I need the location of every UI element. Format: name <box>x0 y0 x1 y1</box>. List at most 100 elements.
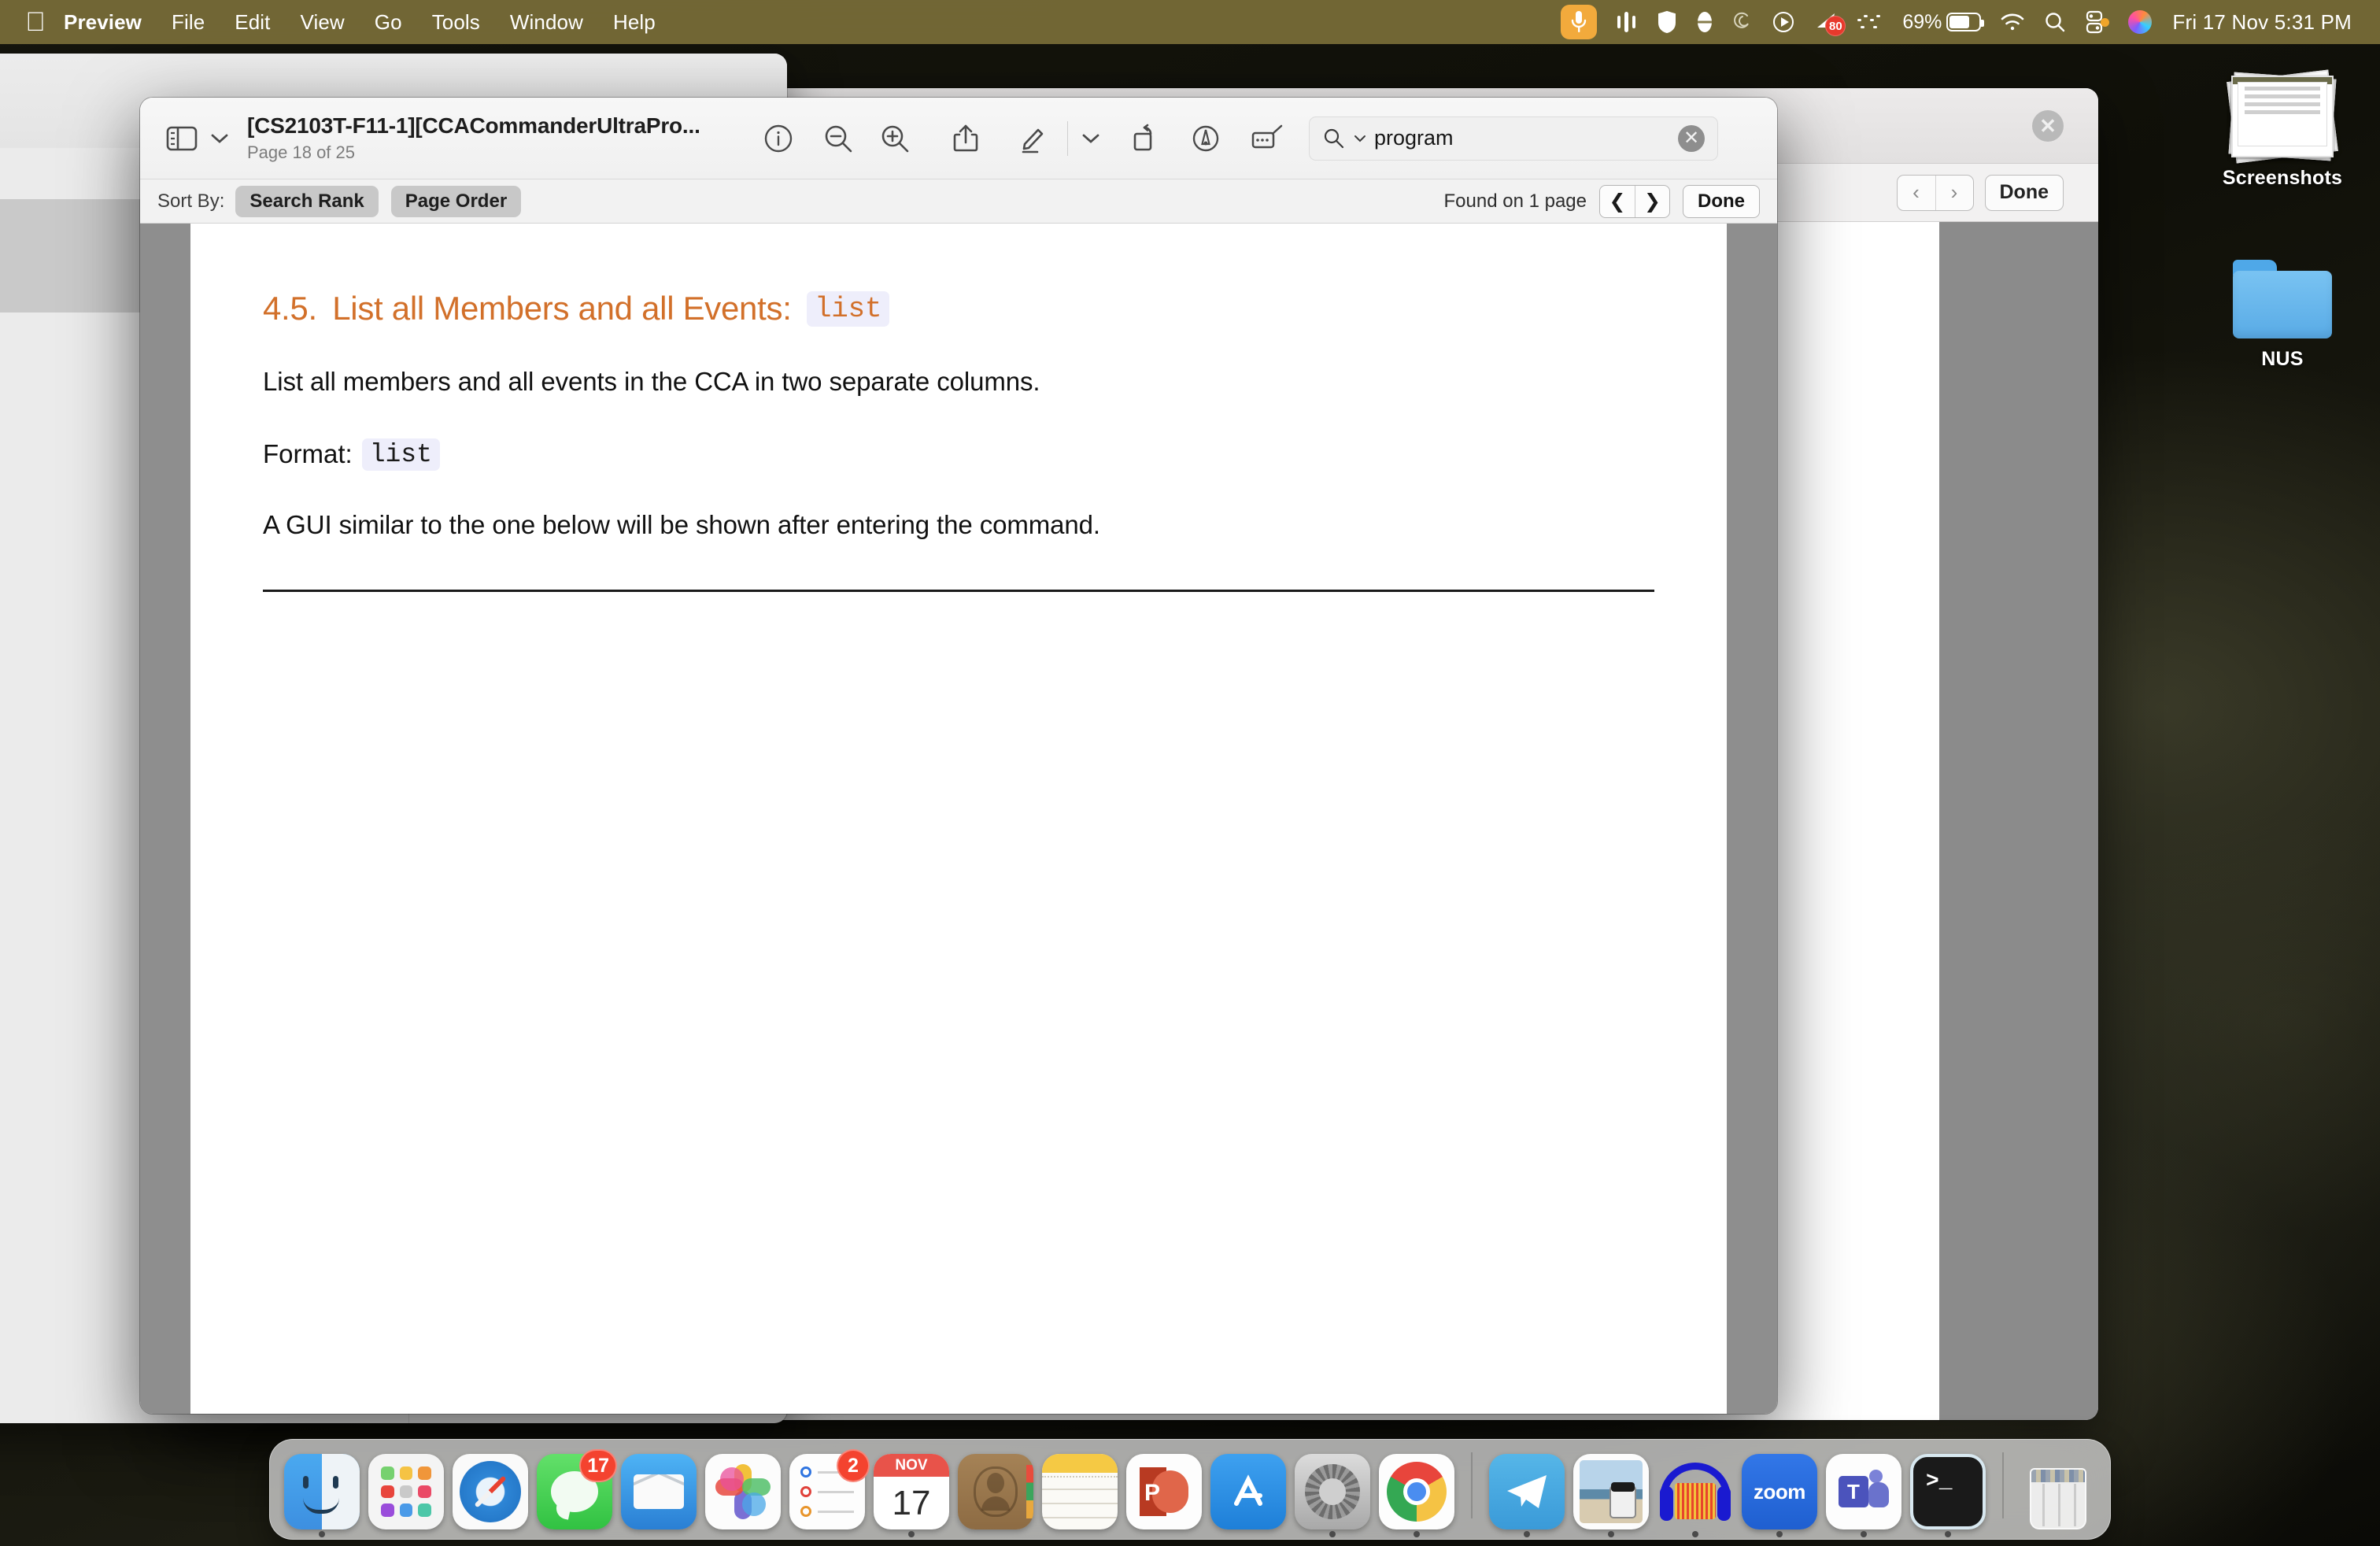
dock-item-app-store[interactable] <box>1210 1454 1286 1529</box>
desktop-icon-nus[interactable]: NUS <box>2196 260 2369 371</box>
dock-item-messages[interactable]: 17 <box>537 1449 617 1529</box>
search-icon <box>1324 128 1344 148</box>
dock-item-notes[interactable] <box>1042 1454 1118 1529</box>
menu-item-window[interactable]: Window <box>495 6 598 39</box>
preview-window[interactable]: [CS2103T-F11-1][CCACommanderUltraPro... … <box>140 98 1777 1414</box>
dock-item-powerpoint[interactable]: P <box>1126 1454 1202 1529</box>
battery-percent-label: 69% <box>1902 10 1942 33</box>
highlight-tool-icon[interactable] <box>1243 114 1292 163</box>
zoom-out-icon[interactable] <box>814 114 863 163</box>
menubar-clock[interactable]: Fri 17 Nov 5:31 PM <box>2161 10 2360 35</box>
chevron-down-icon[interactable] <box>1354 134 1366 143</box>
control-center-icon[interactable] <box>2075 5 2119 39</box>
dock-item-calendar[interactable]: NOV 17 <box>874 1454 949 1537</box>
dock-running-dot <box>1608 1531 1614 1537</box>
pdf-page-area[interactable]: 4.5. List all Members and all Events: li… <box>140 224 1777 1414</box>
menu-item-preview[interactable]: Preview <box>49 6 157 39</box>
spotlight-search-icon[interactable] <box>2034 5 2075 39</box>
section-heading: 4.5. List all Members and all Events: li… <box>263 290 1654 327</box>
horizontal-rule <box>263 589 1654 592</box>
menubar:  Preview File Edit View Go Tools Window… <box>0 0 2380 44</box>
play-circle-icon[interactable] <box>1762 5 1805 39</box>
sort-search-rank-button[interactable]: Search Rank <box>235 185 379 217</box>
page-title: [CS2103T-F11-1][CCACommanderUltraPro... <box>247 113 700 138</box>
dock-item-trash[interactable] <box>2020 1454 2096 1529</box>
dock-item-mail[interactable] <box>621 1454 697 1529</box>
dock-item-chrome[interactable] <box>1379 1454 1454 1537</box>
search-input[interactable]: program ✕ <box>1309 116 1718 161</box>
chevron-left-icon[interactable]: ‹ <box>1898 176 1935 210</box>
zoom-wordmark: zoom <box>1754 1479 1805 1503</box>
chevron-right-icon[interactable]: › <box>1935 175 1973 210</box>
dock-running-dot <box>1945 1531 1951 1537</box>
wedge-icon[interactable]: 80 <box>1805 5 1847 39</box>
dock-item-safari[interactable] <box>453 1454 528 1529</box>
dock-item-telegram[interactable] <box>1489 1454 1565 1537</box>
dock-running-dot <box>1414 1531 1420 1537</box>
dock-running-dot <box>1776 1531 1783 1537</box>
apple-logo-icon[interactable]:  <box>22 6 49 38</box>
menu-item-tools[interactable]: Tools <box>417 6 495 39</box>
dock-item-reminders[interactable]: 2 <box>789 1449 870 1529</box>
chevron-left-icon[interactable]: ❮ <box>1600 186 1635 217</box>
chevron-down-icon[interactable] <box>1077 114 1104 163</box>
background-done-button[interactable]: Done <box>1984 174 2064 211</box>
dock-running-dot <box>319 1531 325 1537</box>
document-title-block: [CS2103T-F11-1][CCACommanderUltraPro... … <box>247 113 735 163</box>
wifi-icon[interactable] <box>1990 5 2034 39</box>
close-circle-icon[interactable]: ✕ <box>2032 110 2064 142</box>
spiral-icon[interactable] <box>1723 5 1762 39</box>
find-navigation[interactable]: ❮ ❯ <box>1599 184 1670 218</box>
rotate-icon[interactable] <box>1122 114 1170 163</box>
markup-pen-icon[interactable] <box>1009 114 1058 163</box>
audio-levels-icon[interactable] <box>1606 5 1647 39</box>
info-circle-icon[interactable] <box>754 114 803 163</box>
search-input-value[interactable]: program <box>1374 126 1670 150</box>
page-status: Page 18 of 25 <box>247 142 356 162</box>
dock-item-contacts[interactable] <box>958 1454 1033 1529</box>
menu-item-help[interactable]: Help <box>598 6 671 39</box>
dock-running-dot <box>908 1531 915 1537</box>
zoom-in-icon[interactable] <box>870 114 919 163</box>
siri-orb-icon[interactable] <box>2119 5 2161 39</box>
dots-icon[interactable] <box>1847 5 1893 39</box>
share-icon[interactable] <box>941 114 990 163</box>
battery-indicator[interactable]: 69% <box>1893 5 1990 39</box>
menu-item-go[interactable]: Go <box>360 6 417 39</box>
chevron-right-icon[interactable]: ❯ <box>1635 185 1669 217</box>
background-find-nav[interactable]: ‹ › <box>1896 174 1974 211</box>
dock-item-finder[interactable] <box>284 1454 360 1537</box>
dock-divider <box>1471 1452 1473 1518</box>
shield-grid-icon[interactable] <box>1647 5 1687 39</box>
menu-item-file[interactable]: File <box>157 6 220 39</box>
desktop-icon-label: Screenshots <box>2222 167 2343 189</box>
toolbar-divider <box>1067 120 1068 156</box>
clear-circle-icon[interactable]: ✕ <box>1678 124 1705 152</box>
dock-item-launchpad[interactable] <box>368 1454 444 1529</box>
menu-item-edit[interactable]: Edit <box>220 6 285 39</box>
dock-item-preview[interactable] <box>1573 1454 1649 1537</box>
microphone-icon[interactable] <box>1551 5 1606 39</box>
annotate-circle-icon[interactable] <box>1181 114 1230 163</box>
capsule-icon[interactable] <box>1687 5 1723 39</box>
calendar-month: NOV <box>874 1454 949 1477</box>
dock-running-dot <box>1692 1531 1698 1537</box>
screenshots-stack-icon <box>2227 69 2338 164</box>
dock-item-terminal[interactable]: >_ <box>1910 1454 1986 1537</box>
chevron-down-icon[interactable] <box>206 114 233 163</box>
preview-toolbar: [CS2103T-F11-1][CCACommanderUltraPro... … <box>140 98 1777 179</box>
desktop-icon-screenshots[interactable]: Screenshots <box>2196 69 2369 190</box>
dock-item-photos[interactable] <box>705 1454 781 1529</box>
dock-item-system-settings[interactable] <box>1295 1454 1370 1537</box>
body-paragraph-1: List all members and all events in the C… <box>263 367 1040 396</box>
menu-item-view[interactable]: View <box>286 6 360 39</box>
sidebar-toggle-icon[interactable] <box>157 114 206 163</box>
dock-item-zoom[interactable]: zoom <box>1742 1454 1817 1537</box>
dock[interactable]: 17 2 NOV 17 P zoom T >_ <box>269 1439 2111 1540</box>
status-badge: 80 <box>1825 16 1846 36</box>
dock-running-dot <box>1524 1531 1530 1537</box>
dock-item-teams[interactable]: T <box>1826 1454 1901 1537</box>
sort-page-order-button[interactable]: Page Order <box>390 185 522 217</box>
dock-item-audacity[interactable] <box>1658 1454 1733 1537</box>
done-button[interactable]: Done <box>1683 184 1760 218</box>
